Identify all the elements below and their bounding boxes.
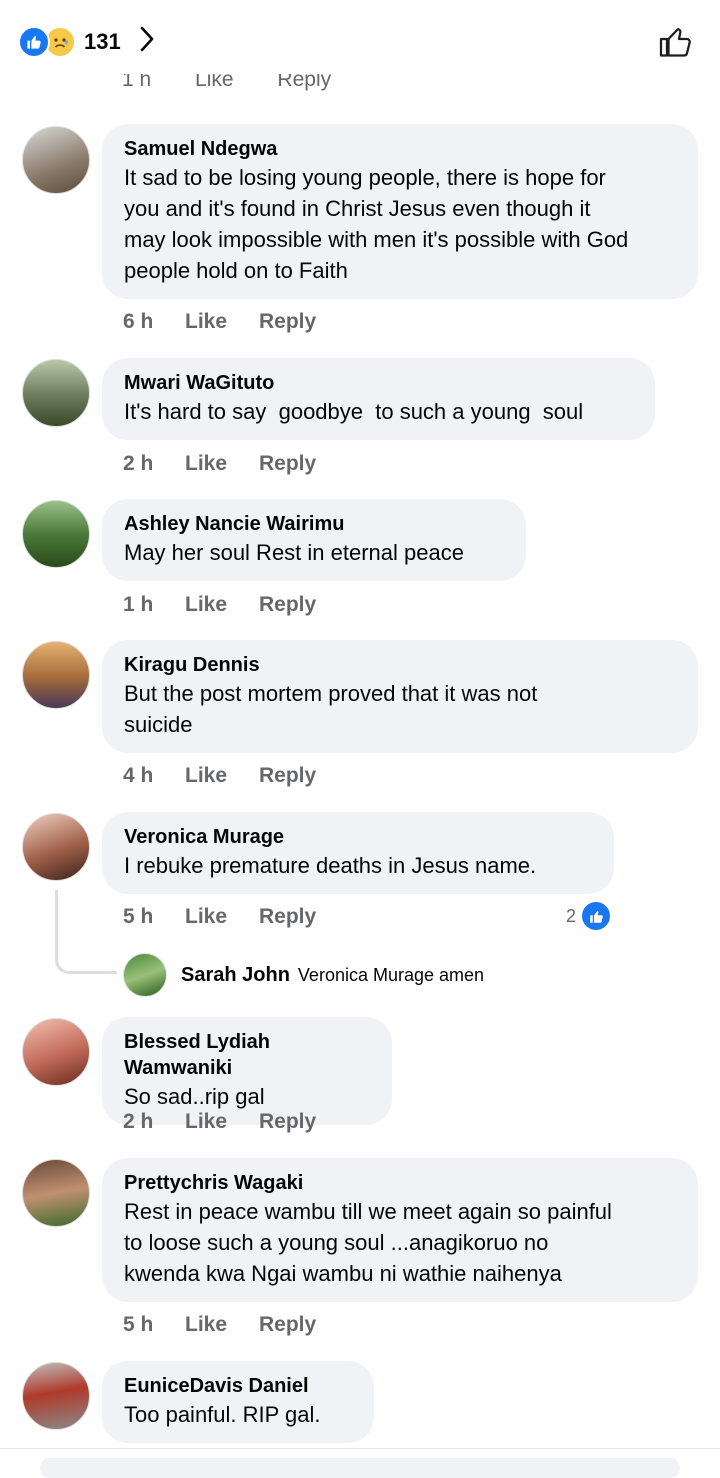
avatar[interactable]: [22, 1018, 90, 1086]
comment-actions: 2 h Like Reply: [123, 452, 316, 476]
comment-text: Rest in peace wambu till we meet again s…: [124, 1199, 612, 1286]
like-post-thumb-icon[interactable]: [658, 24, 694, 65]
comment-text: May her soul Rest in eternal peace: [124, 540, 464, 565]
comment-time: 2 h: [123, 1110, 154, 1133]
comment-actions: 1 h Like Reply: [123, 593, 316, 617]
comment-bubble: Ashley Nancie Wairimu May her soul Rest …: [102, 499, 526, 581]
comment-bubble: Mwari WaGituto It's hard to say goodbye …: [102, 358, 655, 440]
comment-text: But the post mortem proved that it was n…: [124, 681, 538, 737]
avatar[interactable]: [22, 500, 90, 568]
like-reaction-icon: [580, 900, 613, 932]
comment-author[interactable]: Prettychris Wagaki: [124, 1170, 676, 1196]
comment-author[interactable]: EuniceDavis Daniel: [124, 1373, 352, 1399]
reactions-header: 131: [0, 0, 720, 80]
comment-time: 1 h: [122, 74, 152, 91]
reply-link[interactable]: Reply: [259, 905, 316, 929]
like-link[interactable]: Like: [185, 310, 259, 334]
comment-author[interactable]: Veronica Murage: [124, 824, 592, 850]
avatar[interactable]: [123, 953, 167, 997]
comment-actions: 5 h Like Reply: [123, 905, 316, 929]
avatar[interactable]: [22, 1159, 90, 1227]
reaction-summary[interactable]: 131: [18, 25, 155, 58]
comment-author[interactable]: Mwari WaGituto: [124, 370, 633, 396]
comment-author[interactable]: Ashley Nancie Wairimu: [124, 511, 504, 537]
comment-bubble: Veronica Murage I rebuke premature death…: [102, 812, 614, 894]
reaction-count: 2: [566, 905, 577, 926]
comment-author[interactable]: Samuel Ndegwa: [124, 136, 676, 162]
avatar[interactable]: [22, 641, 90, 709]
comment-actions: 4 h Like Reply: [123, 764, 316, 788]
comment-text: Too painful. RIP gal.: [124, 1402, 321, 1427]
comment-reaction-badge[interactable]: 2: [566, 900, 613, 932]
reply-link[interactable]: Reply: [259, 1110, 316, 1134]
comment-time: 2 h: [123, 452, 154, 475]
comment-time: 1 h: [123, 593, 154, 616]
previous-comment-actions: 1 h Like Reply: [122, 74, 369, 98]
reply-link[interactable]: Reply: [277, 74, 331, 91]
comment-bubble: Blessed Lydiah Wamwaniki So sad..rip gal: [102, 1017, 392, 1125]
reply-text: Veronica Murage amen: [297, 964, 485, 985]
comment-time: 5 h: [123, 905, 154, 928]
comment-time: 4 h: [123, 764, 154, 787]
comment-time: 5 h: [123, 1313, 154, 1336]
avatar[interactable]: [22, 813, 90, 881]
reply-link[interactable]: Reply: [259, 764, 316, 788]
reply-link[interactable]: Reply: [259, 310, 316, 334]
comment-actions: 6 h Like Reply: [123, 310, 316, 334]
like-link[interactable]: Like: [185, 905, 259, 929]
comment-bubble: EuniceDavis Daniel Too painful. RIP gal.: [102, 1361, 374, 1443]
comment-actions: 5 h Like Reply: [123, 1313, 316, 1337]
chevron-right-icon[interactable]: [139, 25, 155, 58]
reply-preview[interactable]: Sarah John Veronica Murage amen: [123, 953, 484, 997]
comment-bubble: Kiragu Dennis But the post mortem proved…: [102, 640, 698, 753]
like-link[interactable]: Like: [185, 764, 259, 788]
reply-link[interactable]: Reply: [259, 593, 316, 617]
comment-actions: 2 h Like Reply: [123, 1110, 316, 1134]
avatar[interactable]: [22, 359, 90, 427]
comment-author[interactable]: Kiragu Dennis: [124, 652, 676, 678]
reaction-count: 131: [84, 28, 121, 54]
comment-text: I rebuke premature deaths in Jesus name.: [124, 853, 537, 878]
comment-time: 6 h: [123, 310, 154, 333]
reply-thread-connector: [55, 890, 117, 974]
like-link[interactable]: Like: [185, 1313, 259, 1337]
reply-link[interactable]: Reply: [259, 452, 316, 476]
like-link[interactable]: Like: [195, 74, 234, 91]
like-link[interactable]: Like: [185, 593, 259, 617]
avatar[interactable]: [22, 126, 90, 194]
comment-bubble: Samuel Ndegwa It sad to be losing young …: [102, 124, 698, 299]
comment-author[interactable]: Blessed Lydiah Wamwaniki: [124, 1029, 370, 1081]
like-reaction-icon: [18, 25, 50, 58]
like-link[interactable]: Like: [185, 452, 259, 476]
comment-text: So sad..rip gal: [124, 1084, 265, 1109]
comment-text: It's hard to say goodbye to such a young…: [124, 399, 584, 424]
comment-input[interactable]: [40, 1458, 680, 1478]
reply-author[interactable]: Sarah John: [181, 964, 290, 987]
avatar[interactable]: [22, 1362, 90, 1430]
comment-text: It sad to be losing young people, there …: [124, 165, 629, 283]
comment-bubble: Prettychris Wagaki Rest in peace wambu t…: [102, 1158, 698, 1302]
like-link[interactable]: Like: [185, 1110, 259, 1134]
reply-link[interactable]: Reply: [259, 1313, 316, 1337]
